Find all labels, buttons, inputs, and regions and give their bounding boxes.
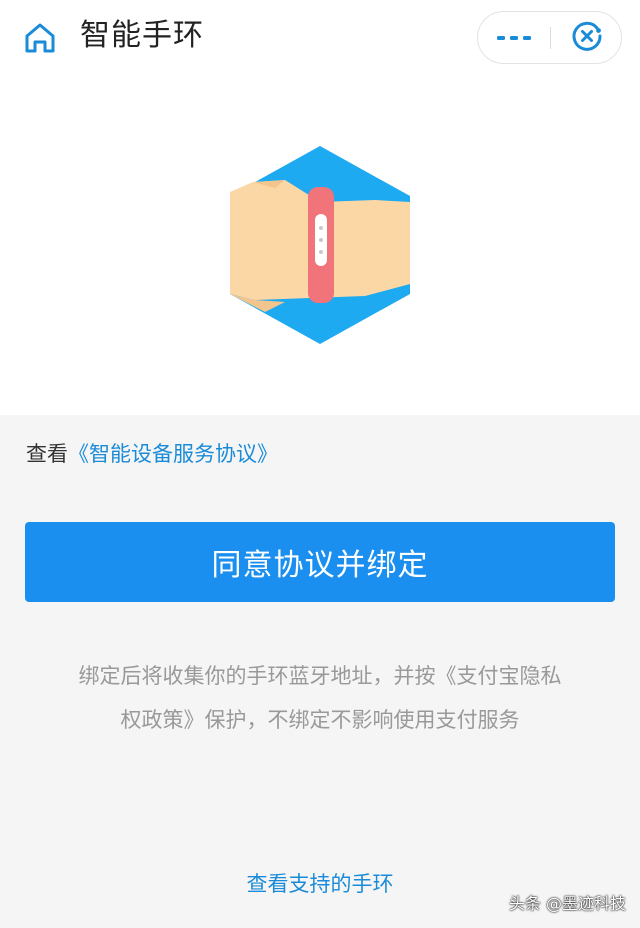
service-agreement-link[interactable]: 《智能设备服务协议》: [68, 442, 278, 466]
more-button[interactable]: [478, 12, 550, 63]
header-bar: 智能手环: [0, 0, 640, 80]
mini-program-capsule: [477, 11, 622, 64]
watermark: 头条 @墨迹科技: [508, 894, 626, 913]
privacy-notice: 绑定后将收集你的手环蓝牙地址，并按《支付宝隐私 权政策》保护，不绑定不影响使用支…: [30, 654, 610, 742]
page-title: 智能手环: [80, 18, 204, 53]
close-button[interactable]: [551, 12, 622, 63]
agreement-line: 查看《智能设备服务协议》: [26, 438, 278, 470]
agree-and-bind-button[interactable]: 同意协议并绑定: [25, 522, 615, 602]
home-icon: [23, 21, 57, 59]
more-dots-icon: [496, 28, 532, 47]
close-circle-icon: [570, 19, 604, 57]
hero-section: [0, 80, 640, 415]
agreement-prefix: 查看: [26, 442, 68, 466]
privacy-notice-line-1: 绑定后将收集你的手环蓝牙地址，并按《支付宝隐私: [78, 664, 562, 688]
home-button[interactable]: [18, 18, 62, 62]
page: 智能手环 查看《智能设备服务协议》 同意协议并绑定 绑定后将收集你的手环蓝牙地址…: [0, 0, 640, 928]
privacy-notice-line-2: 权政策》保护，不绑定不影响使用支付服务: [120, 708, 520, 732]
